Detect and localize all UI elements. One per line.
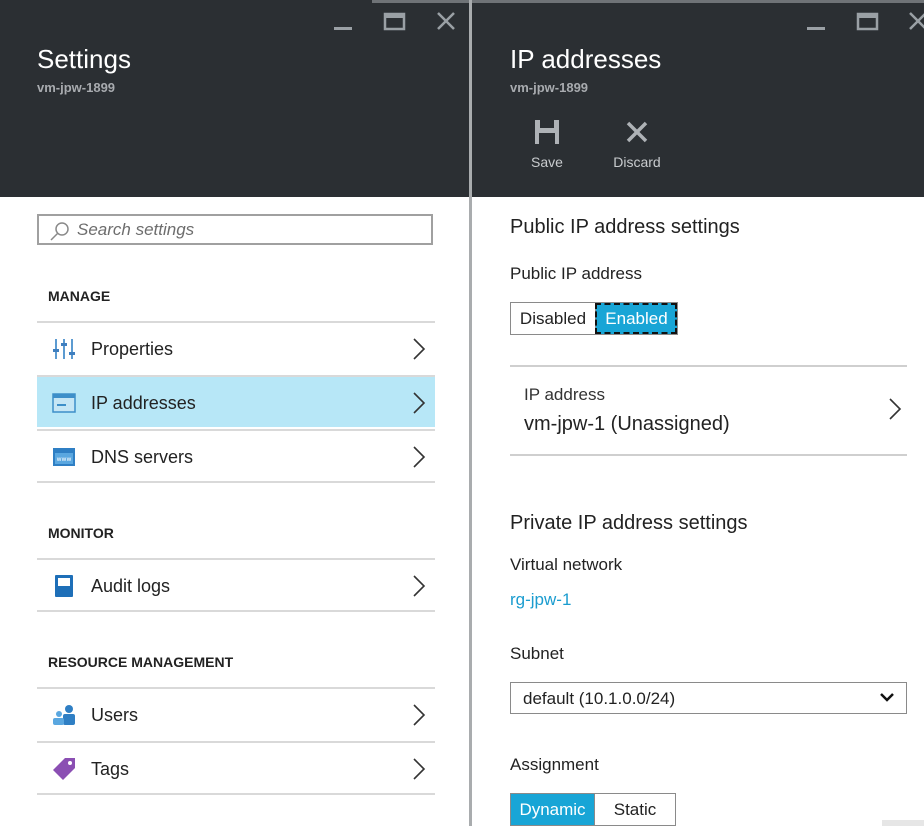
chevron-right-icon <box>413 575 426 597</box>
minimize-icon[interactable] <box>804 10 830 34</box>
nav-item-dns-servers[interactable]: www DNS servers <box>37 429 435 483</box>
assignment-toggle[interactable]: Dynamic Static <box>510 793 676 826</box>
discard-button[interactable]: Discard <box>607 118 667 170</box>
nav-item-users[interactable]: Users <box>37 687 435 739</box>
settings-blade: Settings vm-jpw-1899 MANAGE Properties <box>0 0 469 826</box>
audit-log-book-icon <box>55 575 73 597</box>
nav-item-label: Tags <box>91 759 130 779</box>
public-ip-address-label: Public IP address <box>510 264 642 283</box>
save-icon <box>535 120 559 144</box>
close-icon[interactable] <box>434 10 460 34</box>
nav-item-properties[interactable]: Properties <box>37 321 435 373</box>
section-label-monitor: MONITOR <box>48 525 114 541</box>
search-icon <box>50 222 69 241</box>
settings-blade-header: Settings vm-jpw-1899 <box>0 0 469 197</box>
ip-address-card-icon <box>52 393 76 413</box>
chevron-down-icon <box>880 693 894 702</box>
toggle-option-disabled[interactable]: Disabled <box>511 303 595 334</box>
nav-item-ip-addresses[interactable]: IP addresses <box>37 375 435 427</box>
save-label: Save <box>531 154 563 170</box>
section-label-manage: MANAGE <box>48 288 111 304</box>
ip-address-label: IP address <box>524 385 605 404</box>
subnet-label: Subnet <box>510 644 564 663</box>
users-icon <box>53 705 75 725</box>
toggle-option-dynamic[interactable]: Dynamic <box>511 794 594 825</box>
blade-subtitle: vm-jpw-1899 <box>37 80 116 95</box>
nav-item-label: IP addresses <box>91 393 196 413</box>
chevron-right-icon <box>413 338 426 360</box>
maximize-icon[interactable] <box>855 10 881 34</box>
search-box[interactable] <box>37 214 433 245</box>
dns-www-icon: www <box>53 448 75 466</box>
virtual-network-link[interactable]: rg-jpw-1 <box>510 590 571 610</box>
nav-item-label: Properties <box>91 339 174 359</box>
blade-title: Settings <box>37 44 131 74</box>
virtual-network-label: Virtual network <box>510 555 623 574</box>
minimize-icon[interactable] <box>331 10 357 34</box>
toggle-option-enabled[interactable]: Enabled <box>595 303 677 334</box>
save-button[interactable]: Save <box>517 118 577 170</box>
subnet-select[interactable]: default (10.1.0.0/24) <box>510 682 907 714</box>
public-ip-settings-heading: Public IP address settings <box>510 216 740 238</box>
maximize-icon[interactable] <box>382 10 408 34</box>
private-ip-settings-heading: Private IP address settings <box>510 512 748 534</box>
scroll-corner <box>882 820 924 826</box>
tag-icon <box>53 758 75 780</box>
discard-icon <box>626 121 648 143</box>
search-input[interactable] <box>77 219 417 241</box>
blade-title: IP addresses <box>510 44 662 74</box>
assignment-label: Assignment <box>510 755 599 774</box>
ip-address-row[interactable]: IP address vm-jpw-1 (Unassigned) <box>510 365 907 456</box>
public-ip-toggle[interactable]: Disabled Enabled <box>510 302 678 335</box>
chevron-right-icon <box>413 392 426 414</box>
nav-item-label: Audit logs <box>91 576 171 596</box>
ip-address-value: vm-jpw-1 (Unassigned) <box>524 413 730 435</box>
close-icon[interactable] <box>906 10 924 34</box>
properties-sliders-icon <box>53 339 75 359</box>
chevron-right-icon <box>413 758 426 780</box>
window-strip <box>372 0 469 3</box>
ip-addresses-blade-header: IP addresses vm-jpw-1899 Save Discard <box>472 0 924 197</box>
section-label-resource-management: RESOURCE MANAGEMENT <box>48 654 234 670</box>
blade-subtitle: vm-jpw-1899 <box>510 80 589 95</box>
chevron-right-icon <box>413 446 426 468</box>
window-strip <box>472 0 924 3</box>
toggle-option-static[interactable]: Static <box>594 794 675 825</box>
nav-item-audit-logs[interactable]: Audit logs <box>37 558 435 612</box>
subnet-value: default (10.1.0.0/24) <box>523 689 676 708</box>
nav-item-label: DNS servers <box>91 447 194 467</box>
svg-text:www: www <box>57 456 72 463</box>
chevron-right-icon <box>889 398 902 420</box>
nav-item-tags[interactable]: Tags <box>37 741 435 795</box>
nav-item-label: Users <box>91 705 139 725</box>
chevron-right-icon <box>413 704 426 726</box>
discard-label: Discard <box>613 154 661 170</box>
